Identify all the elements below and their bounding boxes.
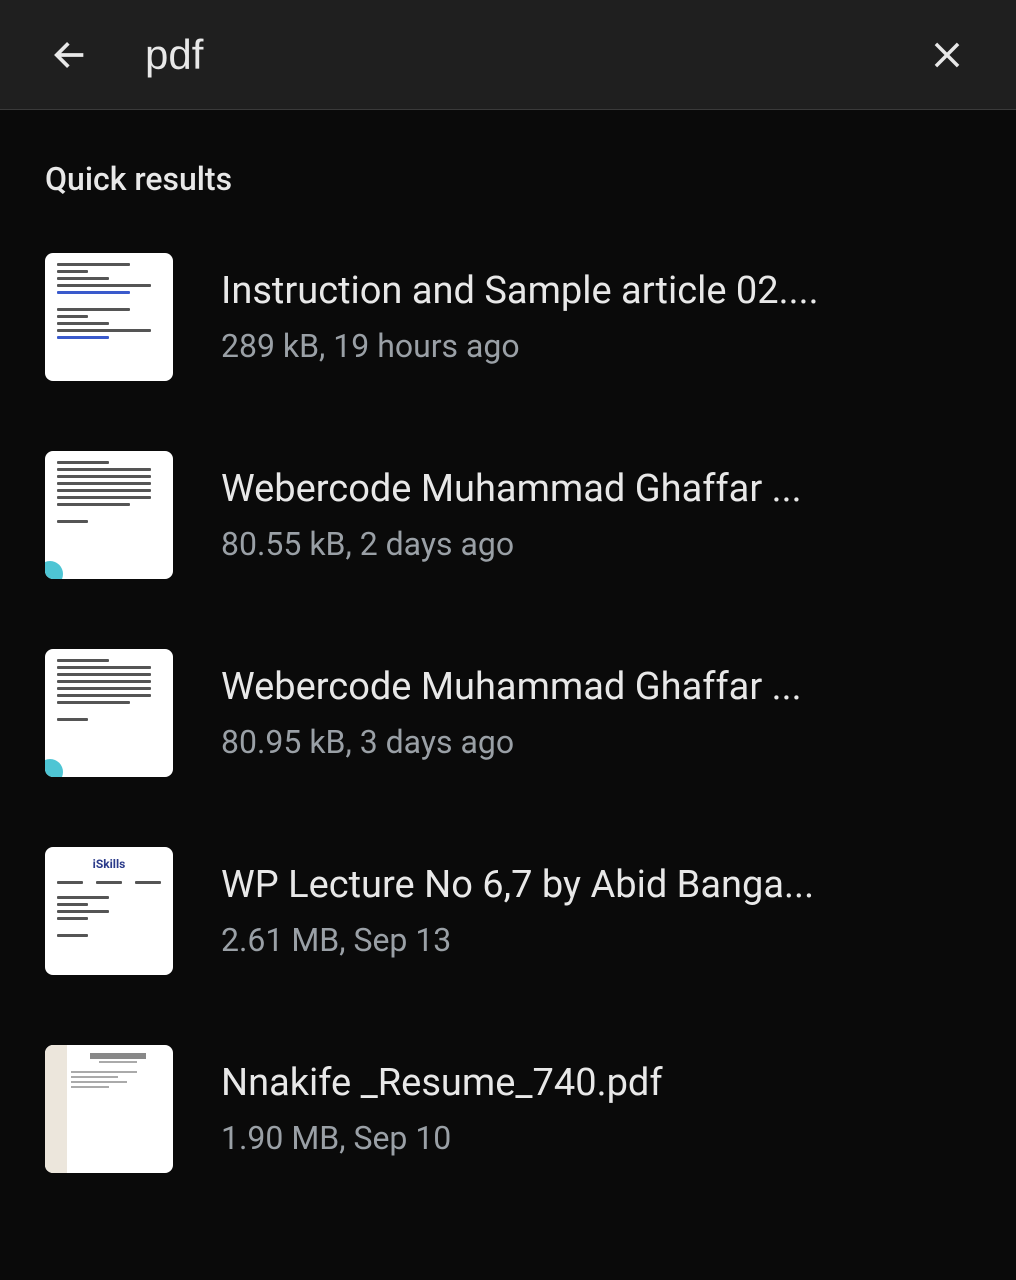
result-title: Webercode Muhammad Ghaffar ... xyxy=(221,665,971,709)
section-title: Quick results xyxy=(45,160,971,198)
back-arrow-icon[interactable] xyxy=(50,35,90,75)
result-item[interactable]: Instruction and Sample article 02.... 28… xyxy=(45,253,971,381)
thumbnail-header: iSkills xyxy=(57,857,161,871)
result-text: Instruction and Sample article 02.... 28… xyxy=(221,269,971,365)
result-title: WP Lecture No 6,7 by Abid Banga... xyxy=(221,863,971,907)
close-icon[interactable] xyxy=(928,36,966,74)
file-thumbnail: iSkills xyxy=(45,847,173,975)
result-item[interactable]: Nnakife _Resume_740.pdf 1.90 MB, Sep 10 xyxy=(45,1045,971,1173)
result-title: Nnakife _Resume_740.pdf xyxy=(221,1061,971,1105)
file-thumbnail xyxy=(45,1045,173,1173)
result-text: Nnakife _Resume_740.pdf 1.90 MB, Sep 10 xyxy=(221,1061,971,1157)
file-thumbnail xyxy=(45,451,173,579)
result-text: Webercode Muhammad Ghaffar ... 80.95 kB,… xyxy=(221,665,971,761)
result-item[interactable]: Webercode Muhammad Ghaffar ... 80.95 kB,… xyxy=(45,649,971,777)
result-meta: 80.55 kB, 2 days ago xyxy=(221,525,971,563)
result-meta: 289 kB, 19 hours ago xyxy=(221,327,971,365)
result-text: WP Lecture No 6,7 by Abid Banga... 2.61 … xyxy=(221,863,971,959)
file-thumbnail xyxy=(45,253,173,381)
search-bar xyxy=(0,0,1016,110)
result-item[interactable]: iSkills WP Lecture No 6,7 by Abid Banga.… xyxy=(45,847,971,975)
results-content: Quick results Instruction and Sample art… xyxy=(0,110,1016,1173)
result-meta: 1.90 MB, Sep 10 xyxy=(221,1119,971,1157)
search-input[interactable] xyxy=(145,31,928,79)
result-meta: 80.95 kB, 3 days ago xyxy=(221,723,971,761)
file-thumbnail xyxy=(45,649,173,777)
result-title: Webercode Muhammad Ghaffar ... xyxy=(221,467,971,511)
result-meta: 2.61 MB, Sep 13 xyxy=(221,921,971,959)
result-title: Instruction and Sample article 02.... xyxy=(221,269,971,313)
result-item[interactable]: Webercode Muhammad Ghaffar ... 80.55 kB,… xyxy=(45,451,971,579)
result-text: Webercode Muhammad Ghaffar ... 80.55 kB,… xyxy=(221,467,971,563)
